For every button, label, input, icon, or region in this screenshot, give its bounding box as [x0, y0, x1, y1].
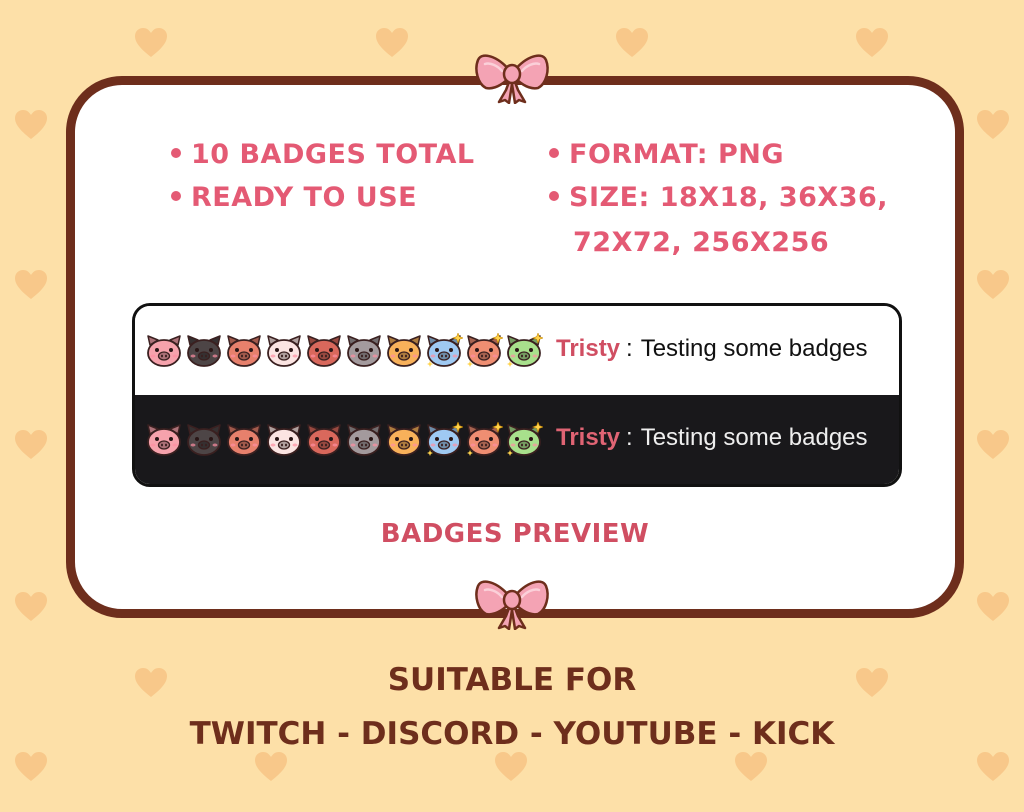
- chat-username: Tristy: [556, 424, 621, 451]
- heart-icon: [977, 430, 1009, 459]
- pink-pig-badge-icon: [147, 424, 181, 456]
- black-pig-badge-icon: [187, 424, 221, 456]
- black-pig-badge-icon: [187, 335, 221, 367]
- chat-preview: Tristy: Testing some badges Tristy: Testin…: [132, 303, 902, 487]
- chat-username: Tristy: [556, 335, 621, 362]
- chat-message: Tristy: Testing some badges: [556, 335, 868, 363]
- chat-row-dark: Tristy: Testing some badges: [135, 395, 899, 484]
- feature-item: 10 BADGES TOTAL: [171, 139, 475, 170]
- heart-icon: [15, 592, 47, 621]
- gray-pig-badge-icon: [347, 424, 381, 456]
- feature-text: 10 BADGES TOTAL: [191, 139, 475, 170]
- heart-icon: [15, 110, 47, 139]
- heart-icon: [495, 752, 527, 781]
- blue-sparkle-pig-badge-icon: [427, 422, 463, 456]
- chat-separator: :: [626, 335, 633, 362]
- spotted-pig-badge-icon: [267, 335, 301, 367]
- chat-text: Testing some badges: [640, 424, 868, 451]
- chat-row-light: Tristy: Testing some badges: [135, 306, 899, 395]
- brown-pig-badge-icon: [227, 335, 261, 367]
- pink-pig-badge-icon: [147, 335, 181, 367]
- blue-sparkle-pig-badge-icon: [427, 333, 463, 367]
- platform-list: TWITCH - DISCORD - YOUTUBE - KICK: [189, 716, 835, 752]
- feature-text: READY TO USE: [191, 182, 418, 213]
- heart-icon: [977, 752, 1009, 781]
- heart-icon: [977, 270, 1009, 299]
- orange-pig-badge-icon: [387, 335, 421, 367]
- heart-icon: [616, 28, 648, 57]
- heart-icon: [856, 28, 888, 57]
- feature-text-continued: 72X72, 256X256: [573, 227, 830, 258]
- gray-pig-badge-icon: [347, 335, 381, 367]
- heart-icon: [15, 270, 47, 299]
- heart-icon: [255, 752, 287, 781]
- heart-icon: [135, 28, 167, 57]
- chat-message: Tristy: Testing some badges: [556, 424, 868, 452]
- heart-icon: [977, 110, 1009, 139]
- bow-icon: [475, 580, 549, 630]
- bow-icon: [475, 54, 549, 104]
- feature-text: SIZE: 18X18, 36X36,: [569, 182, 889, 213]
- rainbow-sparkle-pig-badge-icon: [507, 333, 543, 367]
- suitable-for-heading: SUITABLE FOR: [387, 662, 637, 698]
- feature-item: SIZE: 18X18, 36X36,: [549, 182, 888, 213]
- heart-icon: [376, 28, 408, 57]
- feature-item: FORMAT: PNG: [549, 139, 784, 170]
- chat-separator: :: [626, 424, 633, 451]
- heart-icon: [977, 592, 1009, 621]
- coral-sparkle-pig-badge-icon: [467, 333, 503, 367]
- red-brown-pig-badge-icon: [307, 335, 341, 367]
- heart-icon: [15, 752, 47, 781]
- coral-sparkle-pig-badge-icon: [467, 422, 503, 456]
- brown-pig-badge-icon: [227, 424, 261, 456]
- spotted-pig-badge-icon: [267, 424, 301, 456]
- feature-text: FORMAT: PNG: [569, 139, 785, 170]
- orange-pig-badge-icon: [387, 424, 421, 456]
- heart-icon: [15, 430, 47, 459]
- rainbow-sparkle-pig-badge-icon: [507, 422, 543, 456]
- feature-item: READY TO USE: [171, 182, 417, 213]
- chat-text: Testing some badges: [640, 335, 868, 362]
- heart-icon: [735, 752, 767, 781]
- info-card: 10 BADGES TOTAL READY TO USE FORMAT: PNG…: [66, 76, 964, 618]
- feature-list: 10 BADGES TOTAL READY TO USE FORMAT: PNG…: [171, 139, 931, 279]
- preview-caption: BADGES PREVIEW: [380, 519, 650, 549]
- red-brown-pig-badge-icon: [307, 424, 341, 456]
